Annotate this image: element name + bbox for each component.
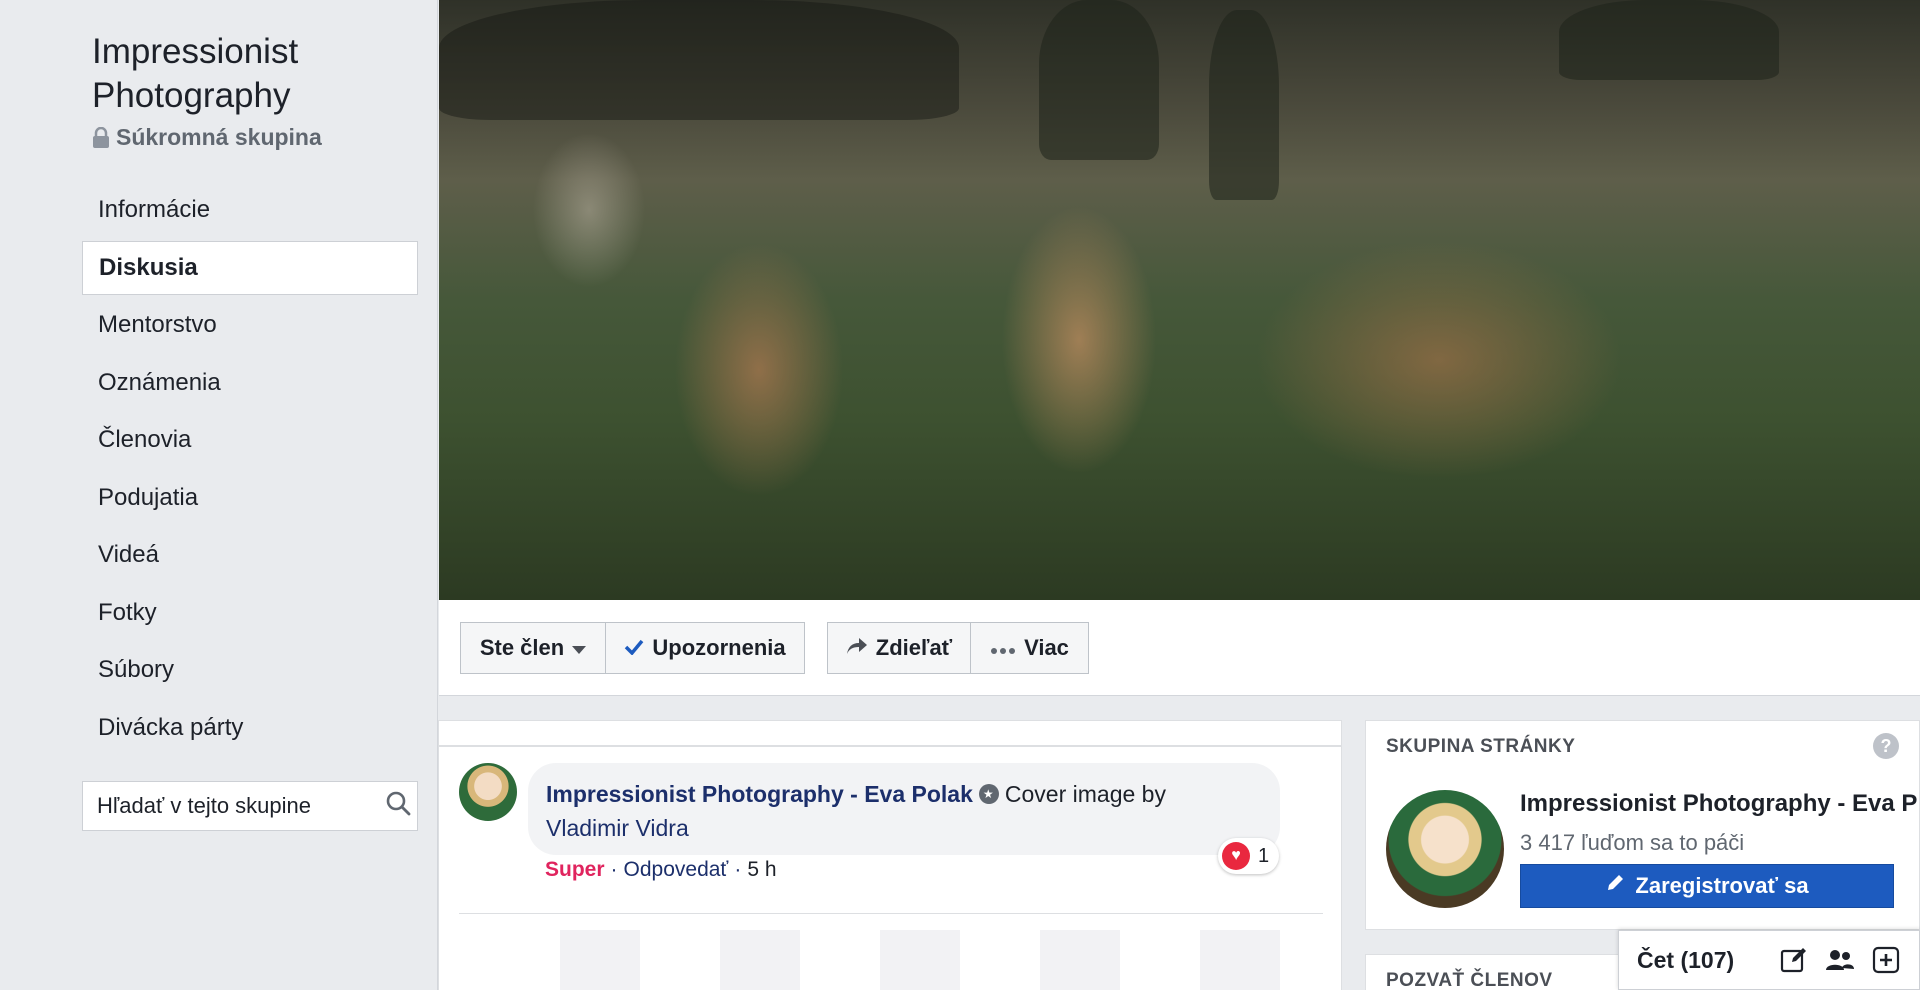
add-chat-icon[interactable] — [1871, 945, 1901, 975]
page-likes: 3 417 ľuďom sa to páči — [1520, 830, 1745, 855]
cover-tree-shape — [1039, 0, 1159, 160]
reply-link[interactable]: Odpovedať — [624, 858, 729, 882]
left-sidebar: Impressionist Photography Súkromná skupi… — [0, 0, 438, 990]
cover-dark-top — [439, 0, 959, 120]
nav-item-discussion[interactable]: Diskusia — [82, 241, 418, 295]
reaction-count-value: 1 — [1258, 844, 1270, 867]
privacy-label: Súkromná skupina — [92, 124, 322, 151]
member-button-label: Ste člen — [479, 635, 565, 660]
comment-actions: Super · Odpovedať · 5 h — [545, 858, 777, 882]
commenter-avatar[interactable] — [459, 763, 517, 821]
group-search-input[interactable] — [97, 793, 385, 819]
ellipsis-icon — [990, 635, 1016, 661]
notifications-button-label: Upozornenia — [652, 635, 786, 660]
group-title[interactable]: Impressionist Photography — [92, 30, 422, 118]
nav-item-announcements[interactable]: Oznámenia — [82, 356, 418, 410]
comment-text: Cover image by — [1004, 781, 1166, 807]
cover-tree-shape — [1209, 10, 1279, 200]
share-arrow-icon — [846, 635, 868, 661]
privacy-text: Súkromná skupina — [116, 124, 322, 150]
nav-item-watch-party[interactable]: Divácka párty — [82, 701, 418, 755]
divider — [459, 913, 1323, 914]
cover-photo[interactable] — [439, 0, 1920, 600]
help-icon[interactable]: ? — [1873, 733, 1899, 759]
chat-label[interactable]: Čet (107) — [1637, 947, 1763, 974]
comment-bubble: Impressionist Photography - Eva Polak Cov… — [528, 763, 1280, 855]
caret-down-icon — [572, 635, 587, 661]
heart-icon: ♥ — [1222, 842, 1250, 870]
share-button-label: Zdieľať — [875, 635, 953, 660]
notifications-button[interactable]: Upozornenia — [605, 622, 805, 674]
nav-item-videos[interactable]: Videá — [82, 528, 418, 582]
separator: · — [610, 858, 618, 881]
more-button[interactable]: Viac — [970, 622, 1089, 674]
page-avatar[interactable] — [1386, 790, 1504, 908]
nav-item-events[interactable]: Podujatia — [82, 471, 418, 525]
register-button[interactable]: Zaregistrovať sa — [1520, 864, 1894, 908]
invite-heading: POZVAŤ ČLENOV — [1386, 970, 1553, 990]
member-button[interactable]: Ste člen — [460, 622, 606, 674]
nav-item-mentorship[interactable]: Mentorstvo — [82, 298, 418, 352]
group-search-box[interactable] — [82, 781, 418, 831]
comment-author[interactable]: Impressionist Photography - Eva Polak — [546, 781, 973, 807]
search-icon[interactable] — [385, 790, 411, 822]
nav-item-photos[interactable]: Fotky — [82, 586, 418, 640]
cover-tree-shape — [1559, 0, 1779, 80]
admin-badge-icon — [978, 783, 999, 804]
separator: · — [734, 858, 742, 881]
group-chat-icon[interactable] — [1825, 945, 1855, 975]
post-card-header — [438, 720, 1342, 747]
register-button-label: Zaregistrovať sa — [1635, 873, 1809, 898]
comment-mention-link[interactable]: Vladimir Vidra — [546, 815, 689, 841]
nav-item-information[interactable]: Informácie — [82, 183, 418, 237]
nav-item-members[interactable]: Členovia — [82, 413, 418, 467]
more-button-label: Viac — [1024, 635, 1069, 660]
nav-item-files[interactable]: Súbory — [82, 643, 418, 697]
comment-time[interactable]: 5 h — [747, 858, 776, 882]
page-card-heading: SKUPINA STRÁNKY — [1386, 736, 1576, 757]
page-name[interactable]: Impressionist Photography - Eva P — [1520, 790, 1920, 818]
lock-icon — [92, 126, 110, 149]
check-icon — [624, 635, 644, 661]
share-button[interactable]: Zdieľať — [827, 622, 971, 674]
blurred-content — [520, 930, 1300, 990]
pencil-icon — [1605, 873, 1625, 899]
reaction-count[interactable]: ♥ 1 — [1218, 838, 1280, 874]
new-message-icon[interactable] — [1779, 945, 1809, 975]
chat-bar[interactable]: Čet (107) — [1618, 930, 1920, 990]
reaction-button[interactable]: Super — [545, 858, 605, 882]
